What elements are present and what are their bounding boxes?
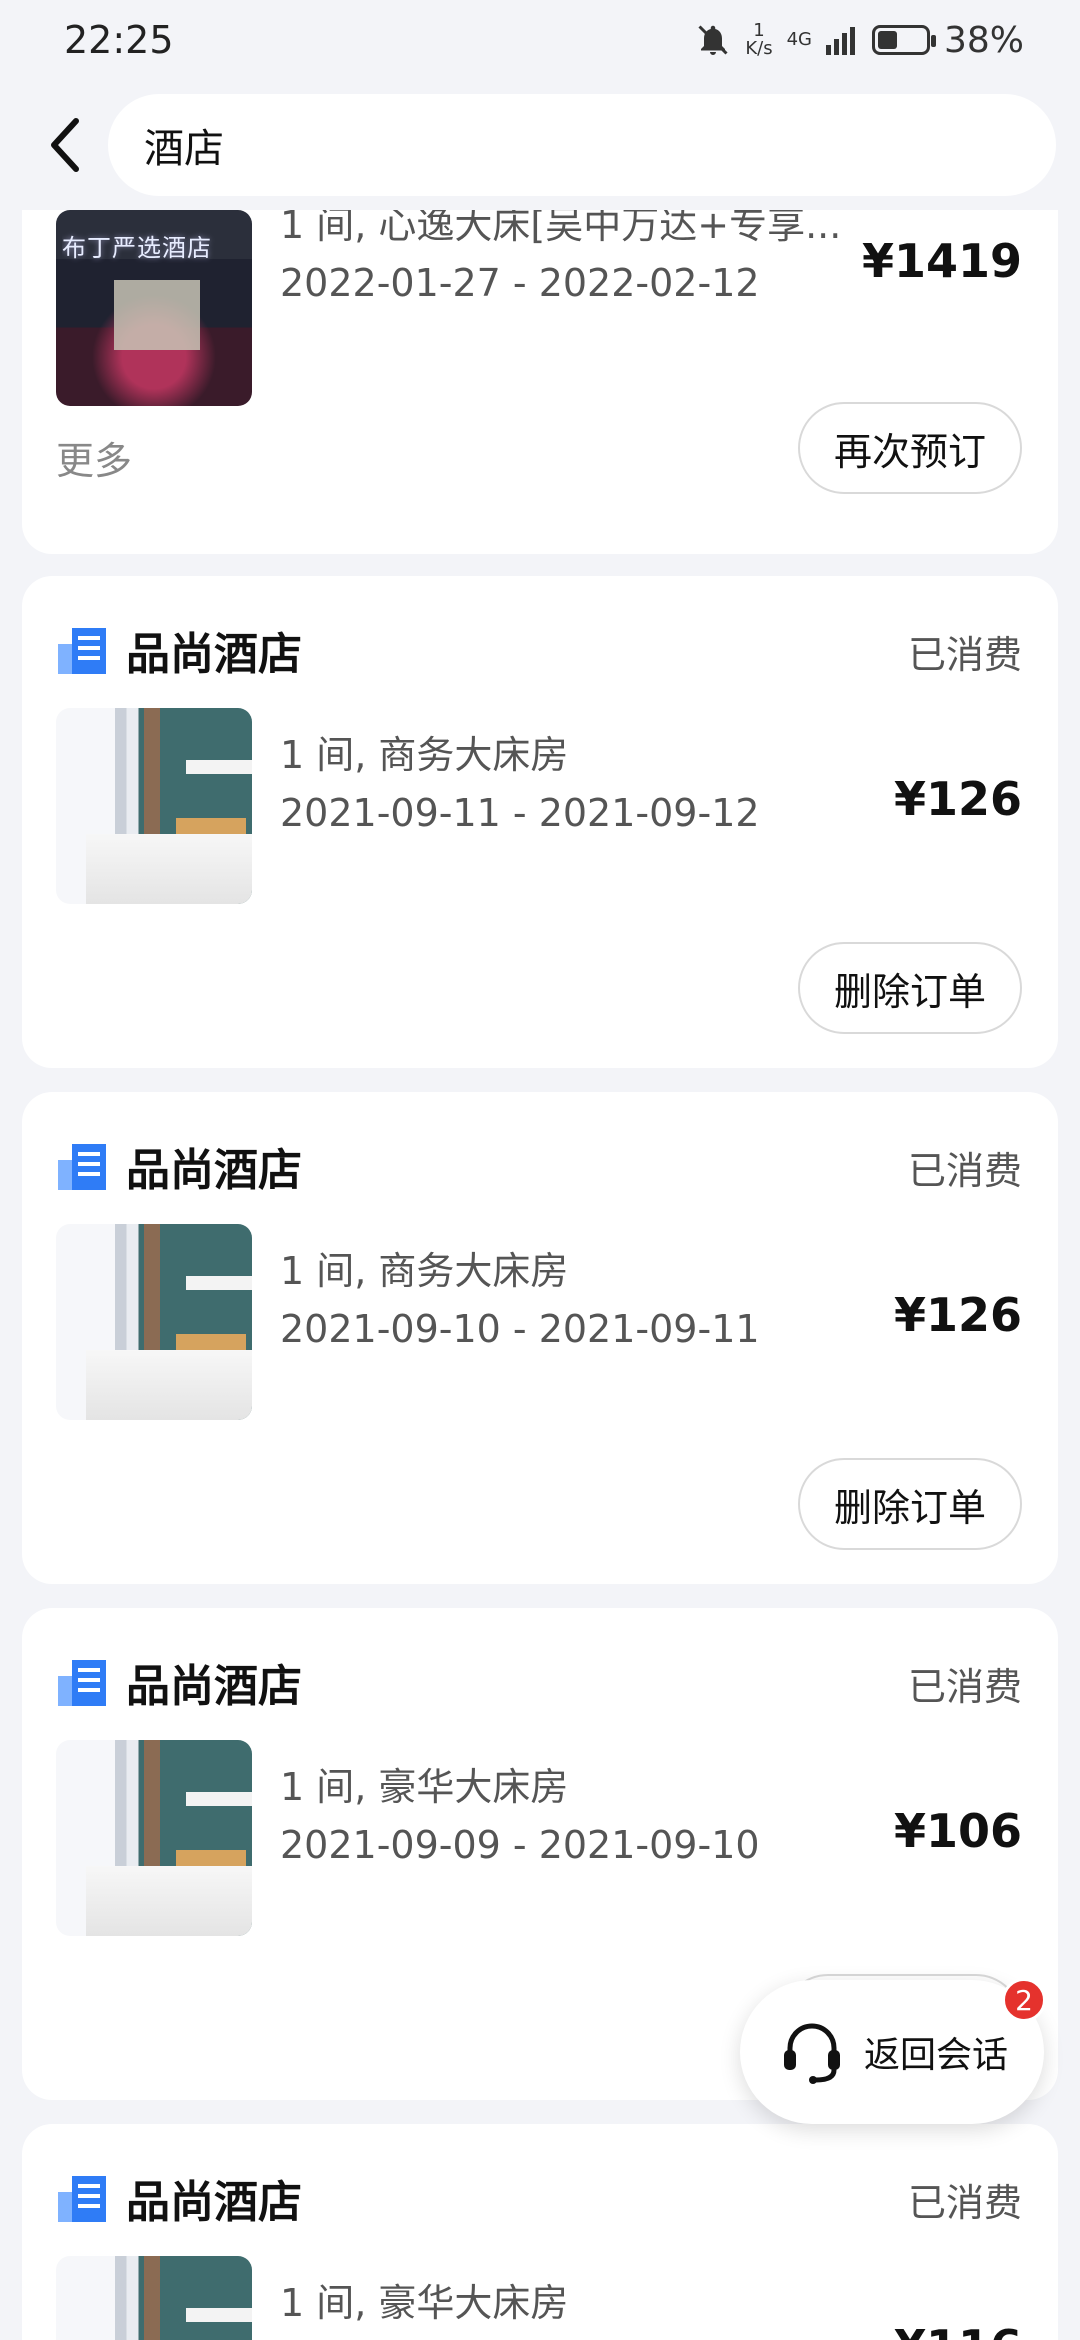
headset-icon xyxy=(784,2023,840,2084)
back-button[interactable] xyxy=(36,115,96,175)
order-info: 1 间, 商务大床房 2021-09-11 - 2021-09-12 xyxy=(280,726,760,842)
stay-dates: 2022-01-27 - 2022-02-12 xyxy=(280,261,760,305)
return-to-chat-label: 返回会话 xyxy=(864,2035,1009,2076)
hotel-name: 品尚酒店 xyxy=(126,629,302,680)
order-price: ¥126 xyxy=(893,772,1022,826)
more-link[interactable]: 更多 xyxy=(56,430,132,485)
search-value: 酒店 xyxy=(144,126,224,172)
building-icon xyxy=(58,2176,106,2222)
search-header: 酒店 xyxy=(0,80,1080,210)
stay-dates: 2021-09-11 - 2021-09-12 xyxy=(280,791,760,835)
network-type: 4G xyxy=(786,29,812,50)
order-price: ¥116 xyxy=(894,2320,1022,2340)
hotel-thumbnail xyxy=(56,1224,252,1420)
hotel-thumbnail xyxy=(56,1740,252,1936)
bell-off-icon xyxy=(698,25,728,55)
speed-unit: K/s xyxy=(745,38,773,59)
status-icons: 1 K/s 4G 38% xyxy=(695,20,1024,61)
building-icon xyxy=(58,1660,106,1706)
status-time: 22:25 xyxy=(64,18,174,62)
unread-badge: 2 xyxy=(1002,1978,1046,2022)
rebook-button[interactable]: 再次预订 xyxy=(797,402,1022,494)
order-card[interactable]: 品尚酒店 已消费 1 间, 商务大床房 2021-09-11 - 2021-09… xyxy=(22,576,1058,1068)
battery-icon xyxy=(871,25,936,55)
hotel-thumbnail: 布丁严选酒店 xyxy=(56,210,252,406)
building-icon xyxy=(58,628,106,674)
stay-dates: 2021-09-10 - 2021-09-11 xyxy=(280,1307,760,1351)
hotel-name: 品尚酒店 xyxy=(126,2177,302,2228)
hotel-thumbnail xyxy=(56,708,252,904)
order-card[interactable]: 品尚酒店 已消费 1 间, 豪华大床房 ¥116 xyxy=(22,2124,1058,2340)
order-status: 已消费 xyxy=(907,2181,1022,2225)
hotel-thumbnail xyxy=(56,2256,252,2340)
order-card[interactable]: 品尚酒店 已消费 1 间, 商务大床房 2021-09-10 - 2021-09… xyxy=(22,1092,1058,1584)
order-price: ¥1419 xyxy=(861,234,1022,288)
order-info: 1 间, 豪华大床房 2021-09-09 - 2021-09-10 xyxy=(280,1758,760,1874)
card-header: 品尚酒店 xyxy=(56,1134,302,1198)
signal-icon xyxy=(825,27,855,55)
card-header: 品尚酒店 xyxy=(56,2166,302,2230)
search-input[interactable]: 酒店 xyxy=(108,94,1056,196)
delete-order-button[interactable]: 删除订单 xyxy=(797,942,1022,1034)
hotel-name: 品尚酒店 xyxy=(126,1661,302,1712)
order-status: 已消费 xyxy=(907,633,1022,677)
room-description: 1 间, 商务大床房 xyxy=(280,733,569,777)
card-header: 品尚酒店 xyxy=(56,618,302,682)
order-info: 1 间, 豪华大床房 xyxy=(280,2274,568,2332)
return-to-chat-button[interactable]: 返回会话 2 xyxy=(740,1978,1046,2124)
delete-order-button[interactable]: 删除订单 xyxy=(797,1458,1022,1550)
network-speed: 1 K/s xyxy=(745,22,772,58)
order-info: 1 间, 商务大床房 2021-09-10 - 2021-09-11 xyxy=(280,1242,760,1358)
card-header: 品尚酒店 xyxy=(56,1650,302,1714)
room-description: 1 间, 豪华大床房 xyxy=(280,2281,569,2325)
building-icon xyxy=(58,1144,106,1190)
room-description: 1 间, 豪华大床房 xyxy=(280,1765,569,1809)
room-description: 1 间, 商务大床房 xyxy=(280,1249,569,1293)
order-status: 已消费 xyxy=(907,1665,1022,1709)
order-price: ¥106 xyxy=(893,1804,1022,1858)
stay-dates: 2021-09-09 - 2021-09-10 xyxy=(280,1823,760,1867)
order-status: 已消费 xyxy=(907,1149,1022,1193)
battery-percent: 38% xyxy=(943,19,1024,61)
hotel-name: 品尚酒店 xyxy=(126,1145,302,1196)
order-price: ¥126 xyxy=(893,1288,1022,1342)
order-info: 1 间, 心逸大床[吴中万达+专享... 2022-01-27 - 2022-0… xyxy=(280,196,841,312)
status-bar: 22:25 1 K/s 4G 38% xyxy=(0,0,1080,80)
thumbnail-sign: 布丁严选酒店 xyxy=(62,234,212,262)
chevron-left-icon xyxy=(51,118,79,172)
